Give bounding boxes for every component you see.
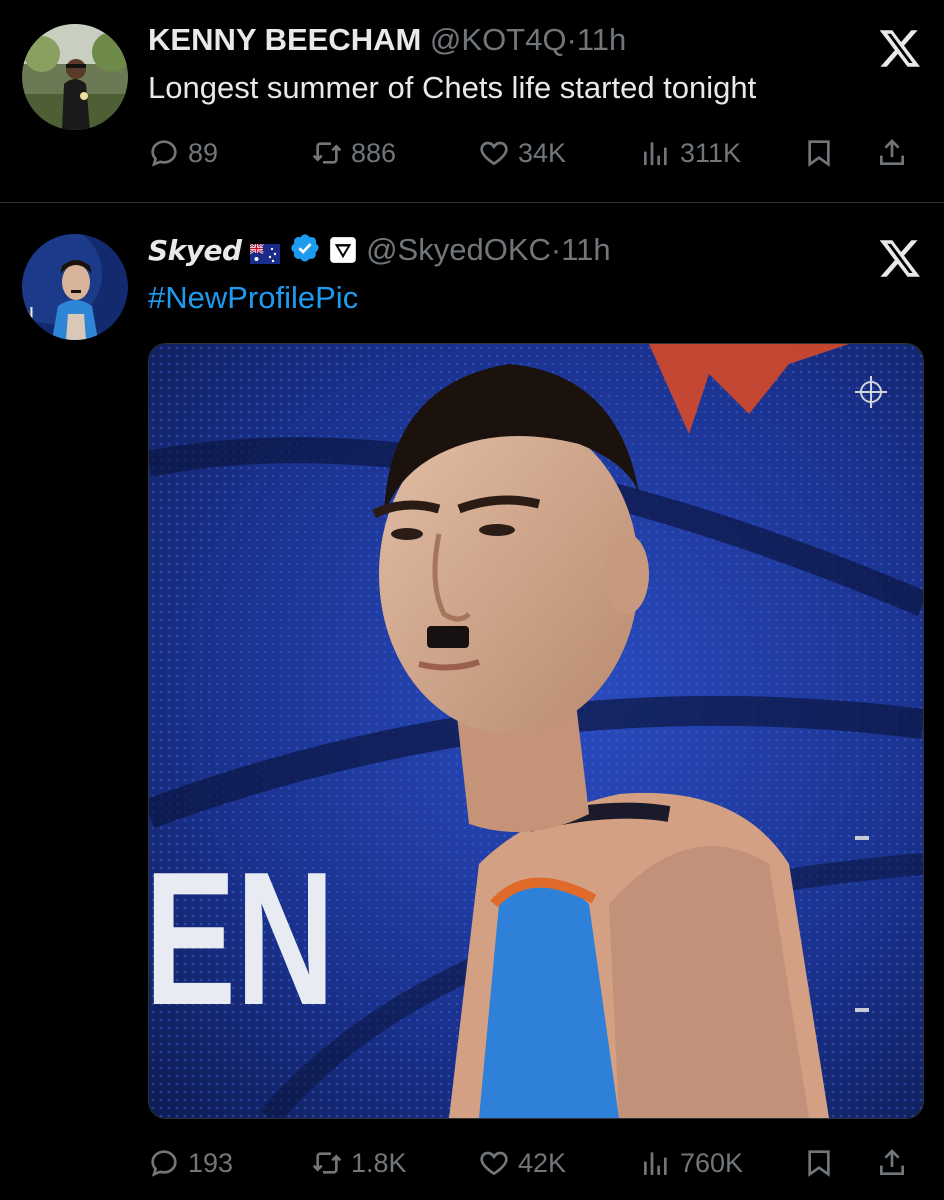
like-count: 34K xyxy=(518,137,567,168)
share-icon xyxy=(880,1149,904,1175)
affiliate-badge-icon[interactable] xyxy=(329,236,357,264)
svg-text:N: N xyxy=(22,305,34,322)
tweet-skyed: N Skyed @SkyedOKC·11h #NewProfilePic EN … xyxy=(0,210,944,1200)
tweet-text: Longest summer of Chets life started ton… xyxy=(148,70,757,105)
reply-count: 193 xyxy=(188,1147,234,1178)
hashtag-link[interactable]: #NewProfilePic xyxy=(148,278,358,318)
views-button[interactable]: 311K xyxy=(640,133,741,173)
tweet-kenny-beecham: KENNY BEECHAM @KOT4Q·11h Longest summer … xyxy=(0,0,944,202)
like-icon xyxy=(480,141,508,166)
reply-icon xyxy=(151,1150,177,1177)
reply-button[interactable]: 89 xyxy=(148,133,218,173)
x-logo-icon[interactable] xyxy=(878,26,922,70)
media-overlay-text: EN xyxy=(149,833,335,1045)
reply-count: 89 xyxy=(188,137,219,168)
share-button[interactable] xyxy=(876,1143,908,1183)
separator-dot: · xyxy=(550,232,562,267)
bookmark-button[interactable] xyxy=(803,1143,835,1183)
views-icon xyxy=(644,1152,667,1175)
verified-badge-icon[interactable] xyxy=(289,232,321,264)
x-logo-icon[interactable] xyxy=(878,236,922,280)
like-button[interactable]: 34K xyxy=(478,133,566,173)
views-icon xyxy=(644,142,667,165)
author-name[interactable]: Skyed xyxy=(148,234,242,267)
avatar[interactable] xyxy=(22,24,128,130)
author-handle[interactable]: @SkyedOKC xyxy=(366,232,551,267)
share-button[interactable] xyxy=(876,133,908,173)
views-button[interactable]: 760K xyxy=(640,1143,743,1183)
australia-flag-icon xyxy=(250,244,281,264)
reply-button[interactable]: 193 xyxy=(148,1143,233,1183)
repost-button[interactable]: 886 xyxy=(311,133,396,173)
reply-icon xyxy=(151,140,177,167)
tweet-header: KENNY BEECHAM @KOT4Q·11h xyxy=(148,22,626,58)
like-button[interactable]: 42K xyxy=(478,1143,566,1183)
like-icon xyxy=(480,1151,508,1176)
views-count: 760K xyxy=(680,1147,744,1178)
tweet-header: Skyed @SkyedOKC·11h xyxy=(148,232,611,269)
bookmark-button[interactable] xyxy=(803,133,835,173)
timestamp[interactable]: 11h xyxy=(577,22,626,57)
views-count: 311K xyxy=(680,137,742,168)
tweet-media-image[interactable]: EN xyxy=(148,343,924,1119)
repost-count: 1.8K xyxy=(351,1147,407,1178)
share-icon xyxy=(880,139,904,165)
repost-icon xyxy=(312,1152,342,1174)
action-bar: 193 1.8K 42K 760K xyxy=(148,1143,922,1183)
author-name[interactable]: KENNY BEECHAM xyxy=(148,22,421,57)
repost-count: 886 xyxy=(351,137,397,168)
action-bar: 89 886 34K 311K xyxy=(148,133,922,173)
repost-icon xyxy=(312,142,342,164)
bookmark-icon xyxy=(808,140,830,167)
like-count: 42K xyxy=(518,1147,567,1178)
separator-dot: · xyxy=(566,22,577,57)
avatar[interactable]: N xyxy=(22,234,128,340)
timestamp[interactable]: 11h xyxy=(561,232,610,267)
repost-button[interactable]: 1.8K xyxy=(311,1143,407,1183)
bookmark-icon xyxy=(808,1150,830,1177)
author-handle[interactable]: @KOT4Q xyxy=(430,22,567,57)
